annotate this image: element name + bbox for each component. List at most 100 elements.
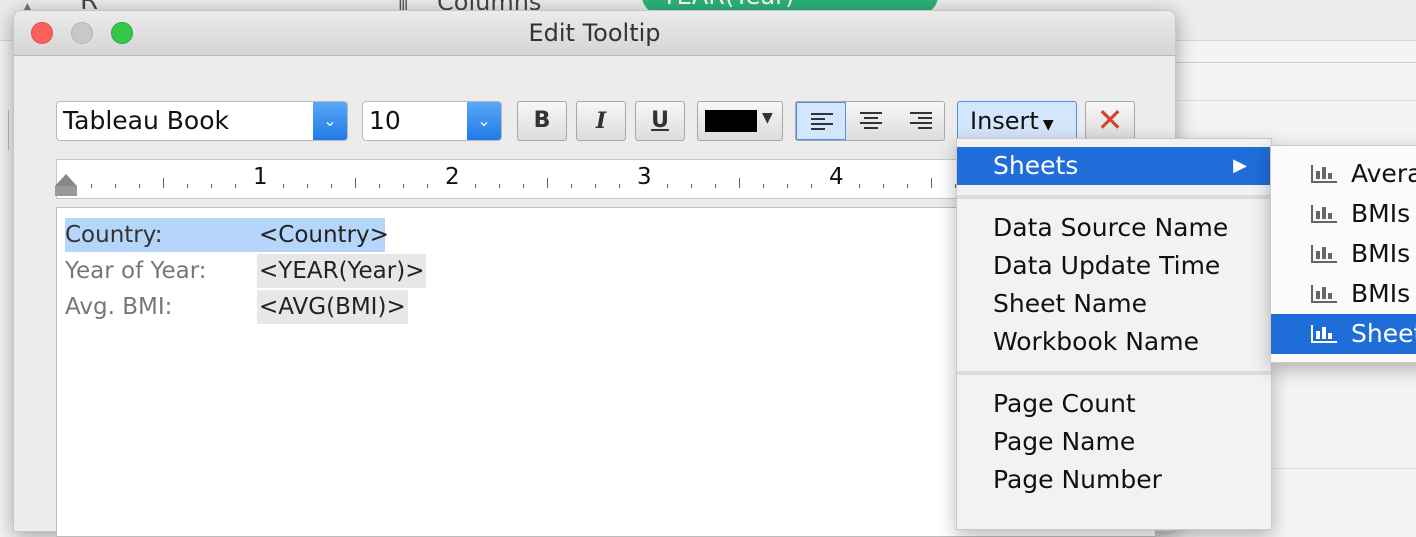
font-size-value: 10 [369,106,401,135]
align-right-button[interactable] [896,102,946,140]
sheet-label: BMIs [1351,199,1411,228]
align-center-icon [860,112,882,132]
italic-button[interactable]: I [576,101,626,141]
submenu-item-sheet-active[interactable]: Sheet [1271,314,1416,354]
menu-item-page-count[interactable]: Page Count [957,385,1271,423]
sheet-label: BMIs [1351,279,1411,308]
ruler-tick [931,178,932,188]
chevron-down-icon[interactable]: ⌄ [313,102,347,140]
ruler-tick [211,184,212,188]
submenu-item-sheet[interactable]: Avera [1271,154,1416,194]
bar-chart-icon [1311,325,1337,343]
bar-chart-icon [1311,205,1337,223]
ruler-tick [547,178,548,188]
dialog-title: Edit Tooltip [528,19,661,47]
text-color-button[interactable]: ▼ [697,101,783,141]
ruler-tick [235,184,236,188]
divider [1270,468,1416,469]
submenu-item-sheet[interactable]: BMIs [1271,234,1416,274]
ruler-tick [763,184,764,188]
divider [1170,62,1416,63]
ruler-number: 2 [445,164,460,190]
font-size-select[interactable]: 10 ⌄ [362,101,502,141]
bar-chart-icon [1311,165,1337,183]
ruler-tick [331,184,332,188]
ruler-tick [715,184,716,188]
ruler-number: 4 [829,164,844,190]
align-left-icon [811,113,833,133]
alignment-group [795,101,945,141]
color-swatch [705,110,757,132]
menu-item-data-update-time[interactable]: Data Update Time [957,247,1271,285]
ruler-tick [907,184,908,188]
underline-button[interactable]: U [635,101,685,141]
menu-separator [957,371,1271,375]
field-token: <Country> [259,222,389,248]
ruler-tick [859,184,860,188]
bold-button[interactable]: B [517,101,567,141]
line-label: Year of Year: [65,258,207,284]
sheet-label: Sheet [1351,319,1416,348]
bar-chart-icon [1311,285,1337,303]
ruler-tick [139,184,140,188]
menu-item-label: Sheets [993,151,1079,180]
chevron-down-icon[interactable]: ⌄ [467,102,501,140]
ruler-tick [187,184,188,188]
submenu-item-sheet[interactable]: BMIs [1271,194,1416,234]
menu-item-sheets[interactable]: Sheets ▶ [957,147,1271,185]
ruler-tick [595,184,596,188]
editor-line[interactable]: Country: <Country> [65,218,389,252]
insert-button[interactable]: Insert ▼ [957,101,1077,141]
menu-separator [957,195,1271,199]
submenu-item-sheet[interactable]: BMIs [1271,274,1416,314]
ruler-tick [523,184,524,188]
ruler-tick [571,184,572,188]
sheet-label: BMIs [1351,239,1411,268]
insert-label: Insert [970,107,1039,135]
indent-marker-icon[interactable] [55,174,77,186]
ruler-tick [619,184,620,188]
title-bar[interactable]: Edit Tooltip [14,11,1175,56]
line-label: Country: [65,222,163,248]
ruler-number: 3 [637,164,652,190]
menu-item-page-number[interactable]: Page Number [957,461,1271,499]
ruler-tick [403,184,404,188]
field-token: <AVG(BMI)> [257,290,408,324]
ruler-tick [787,184,788,188]
ruler-tick [115,184,116,188]
year-pill-label: YEAR(Year) [662,0,794,10]
menu-item-workbook-name[interactable]: Workbook Name [957,323,1271,361]
ruler-tick [427,184,428,188]
ruler-tick [475,184,476,188]
caret-down-icon: ▼ [762,110,773,126]
menu-item-data-source-name[interactable]: Data Source Name [957,209,1271,247]
insert-menu: Sheets ▶ Data Source Name Data Update Ti… [956,138,1272,530]
caret-down-icon: ▼ [1042,117,1054,133]
menu-item-page-name[interactable]: Page Name [957,423,1271,461]
ruler-tick [91,184,92,188]
ruler-tick [691,184,692,188]
ruler-tick [379,184,380,188]
ruler-tick [163,178,164,188]
indent-marker-base[interactable] [55,186,77,196]
ruler-tick [499,184,500,188]
sheet-label: Avera [1351,159,1416,188]
line-label: Avg. BMI: [65,294,173,320]
divider [8,110,9,150]
font-family-value: Tableau Book [63,106,229,135]
ruler-tick [667,184,668,188]
ruler-tick [811,184,812,188]
ruler-tick [283,184,284,188]
clear-formatting-button[interactable]: ✕ [1085,101,1135,141]
align-center-button[interactable] [846,102,896,140]
align-left-button[interactable] [796,102,846,140]
font-family-select[interactable]: Tableau Book ⌄ [56,101,348,141]
ruler-tick [739,178,740,188]
align-right-icon [910,112,932,132]
divider [1170,100,1416,101]
menu-item-sheet-name[interactable]: Sheet Name [957,285,1271,323]
submenu-arrow-icon: ▶ [1233,155,1247,176]
field-token: <YEAR(Year)> [257,254,427,288]
bar-chart-icon [1311,245,1337,263]
ruler-tick [355,178,356,188]
